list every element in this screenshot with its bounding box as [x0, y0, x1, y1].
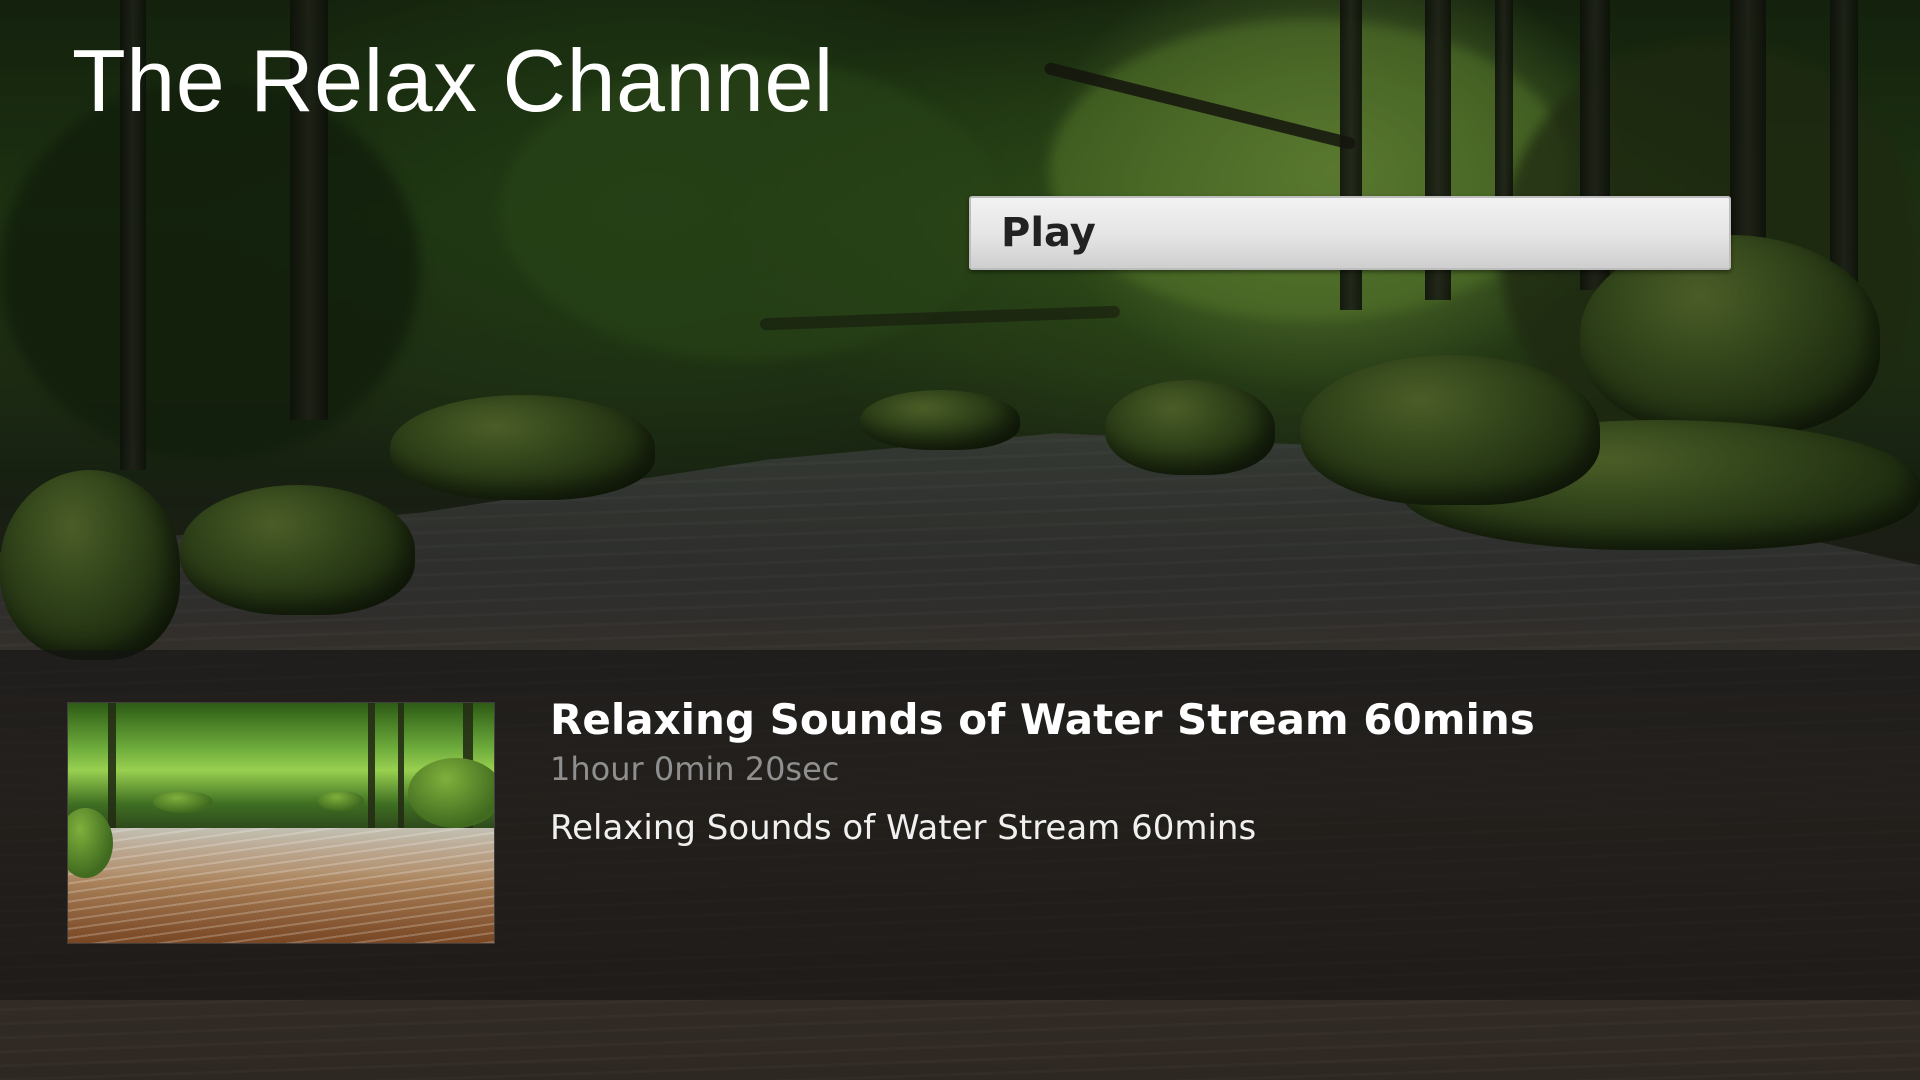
- thumbnail-rock: [318, 791, 364, 811]
- play-button[interactable]: Play: [969, 196, 1731, 270]
- thumbnail-rock: [153, 791, 213, 813]
- thumbnail-water: [68, 827, 494, 943]
- video-description: Relaxing Sounds of Water Stream 60mins: [550, 808, 1257, 848]
- video-thumbnail: [68, 703, 494, 943]
- video-title: Relaxing Sounds of Water Stream 60mins: [550, 695, 1535, 744]
- thumbnail-tree: [108, 703, 116, 828]
- thumbnail-rock: [408, 758, 494, 828]
- relax-channel-screen: The Relax Channel Play Relaxing Sounds o…: [0, 0, 1920, 1080]
- video-info-panel: Relaxing Sounds of Water Stream 60mins 1…: [0, 650, 1920, 1000]
- play-button-label: Play: [1001, 210, 1096, 256]
- thumbnail-tree: [398, 703, 404, 828]
- channel-title: The Relax Channel: [72, 31, 834, 130]
- video-duration: 1hour 0min 20sec: [550, 750, 840, 788]
- thumbnail-tree: [368, 703, 375, 828]
